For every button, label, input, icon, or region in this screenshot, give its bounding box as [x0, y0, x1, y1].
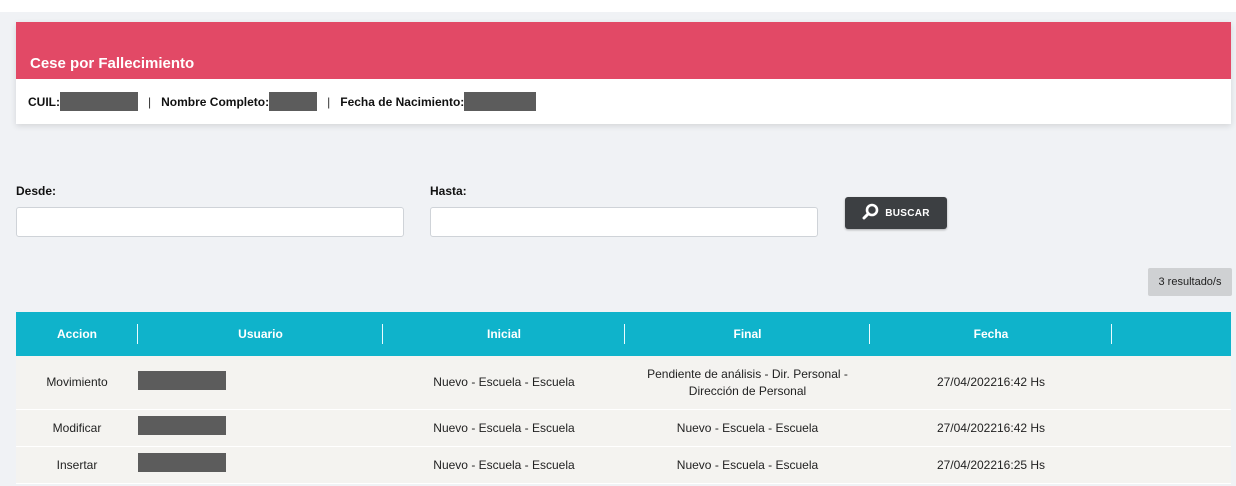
- table-row: Modificar Nuevo - Escuela - Escuela Nuev…: [16, 410, 1231, 447]
- fecha-nacimiento-value-redacted: [464, 92, 537, 111]
- buscar-button[interactable]: BUSCAR: [845, 197, 947, 229]
- cell-accion: Insertar: [56, 457, 98, 472]
- desde-label: Desde:: [16, 184, 57, 198]
- cell-final: Nuevo - Escuela - Escuela: [676, 420, 819, 435]
- usuario-redacted: [138, 370, 226, 390]
- nombre-value-redacted: [269, 92, 318, 111]
- separator: |: [148, 94, 152, 109]
- cell-fecha: 27/04/202216:42 Hs: [936, 375, 1046, 389]
- usuario-redacted: [138, 416, 226, 435]
- desde-input[interactable]: [16, 207, 404, 237]
- page-title: Cese por Fallecimiento: [16, 22, 1231, 79]
- hasta-input[interactable]: [430, 207, 818, 237]
- usuario-redacted: [138, 453, 226, 472]
- cell-inicial: Nuevo - Escuela - Escuela: [433, 375, 575, 389]
- cell-accion: Modificar: [52, 420, 102, 435]
- results-count-badge: 3 resultado/s: [1148, 268, 1232, 296]
- cell-inicial: Nuevo - Escuela - Escuela: [433, 420, 575, 435]
- cell-fecha: 27/04/202216:25 Hs: [936, 457, 1046, 472]
- page: Cese por Fallecimiento CUIL: | Nombre Co…: [0, 12, 1236, 486]
- column-header-final: Final: [625, 312, 870, 356]
- column-header-empty: [1112, 312, 1231, 356]
- cuil-label: CUIL:: [28, 94, 60, 109]
- person-info-card: Cese por Fallecimiento CUIL: | Nombre Co…: [16, 22, 1231, 124]
- final-line-1: Pendiente de análisis - Dir. Personal -: [647, 366, 848, 381]
- history-table: Accion Usuario Inicial Final Fecha Movim…: [16, 312, 1231, 484]
- cell-inicial: Nuevo - Escuela - Escuela: [433, 457, 575, 472]
- table-header: Accion Usuario Inicial Final Fecha: [16, 312, 1231, 356]
- column-header-inicial: Inicial: [383, 312, 625, 356]
- cell-usuario: [138, 416, 383, 440]
- cell-final: Pendiente de análisis - Dir. Personal - …: [625, 366, 870, 400]
- final-line-2: Dirección de Personal: [688, 383, 807, 398]
- cell-fecha: 27/04/202216:42 Hs: [936, 420, 1046, 435]
- nombre-label: Nombre Completo:: [161, 94, 270, 109]
- column-header-fecha: Fecha: [870, 312, 1112, 356]
- column-header-accion: Accion: [16, 312, 138, 356]
- table-row: Movimiento Nuevo - Escuela - Escuela Pen…: [16, 356, 1231, 410]
- cell-usuario: [138, 453, 383, 477]
- hasta-label: Hasta:: [430, 184, 467, 198]
- cell-accion: Movimiento: [46, 375, 108, 389]
- cell-final: Nuevo - Escuela - Escuela: [676, 457, 819, 472]
- buscar-label: BUSCAR: [885, 207, 930, 219]
- table-row: Insertar Nuevo - Escuela - Escuela Nuevo…: [16, 447, 1231, 484]
- search-icon: [862, 203, 879, 223]
- person-info-bar: CUIL: | Nombre Completo: | Fecha de Naci…: [16, 79, 1231, 124]
- separator: |: [327, 94, 331, 109]
- fecha-nacimiento-label: Fecha de Nacimiento:: [340, 94, 465, 109]
- cuil-value-redacted: [60, 92, 138, 111]
- cell-usuario: [138, 370, 383, 395]
- column-header-usuario: Usuario: [138, 312, 383, 356]
